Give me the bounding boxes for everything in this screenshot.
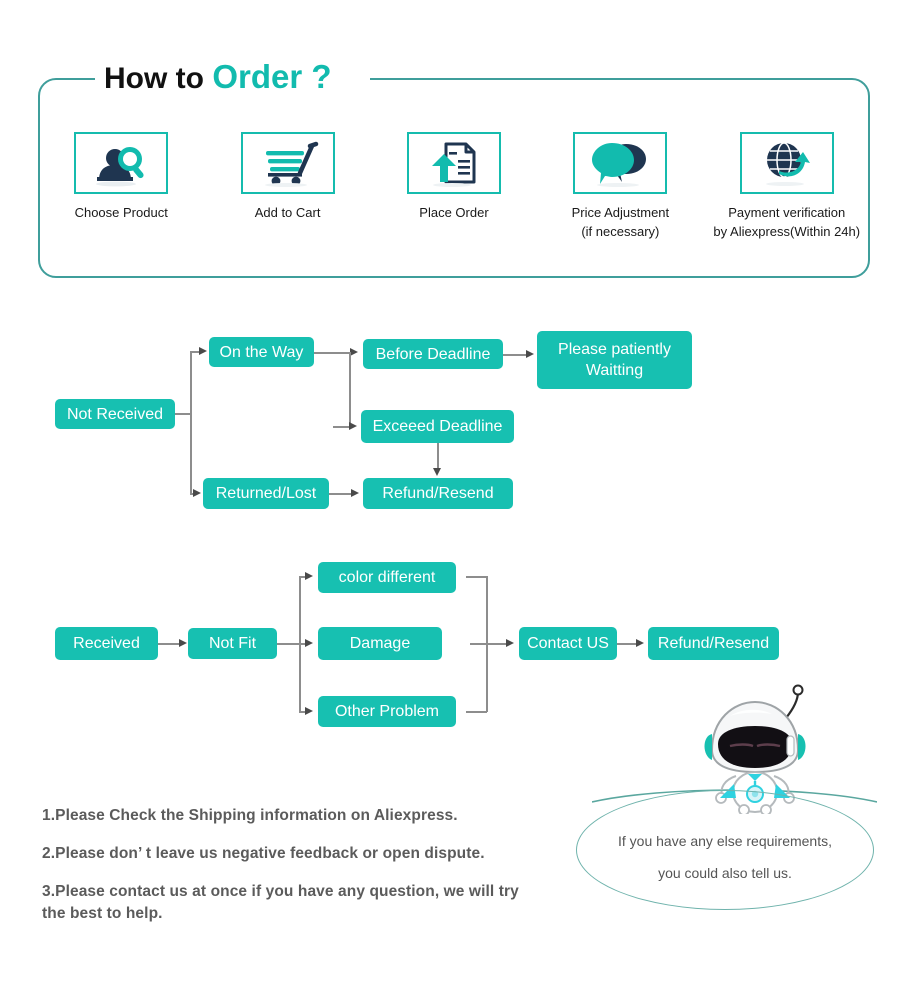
step-price-adjustment[interactable]: Price Adjustment (if necessary)	[537, 132, 703, 241]
step-choose-product[interactable]: Choose Product	[38, 132, 204, 241]
step-payment-verification[interactable]: Payment verification by Aliexpress(Withi…	[704, 132, 870, 241]
arrow-icon	[433, 468, 441, 476]
step-icon-frame	[240, 132, 335, 194]
connector	[466, 576, 487, 578]
node-before-deadline[interactable]: Before Deadline	[363, 339, 503, 369]
node-please-waiting[interactable]: Please patiently Waitting	[537, 331, 692, 389]
connector	[349, 352, 351, 427]
arrow-icon	[636, 639, 644, 647]
node-color-different[interactable]: color different	[318, 562, 456, 593]
connector	[158, 643, 179, 645]
node-damage[interactable]: Damage	[318, 627, 442, 660]
step-add-to-cart[interactable]: Add to Cart	[204, 132, 370, 241]
node-not-received[interactable]: Not Received	[55, 399, 175, 429]
step-label: Choose Product	[74, 205, 168, 220]
arrow-icon	[506, 639, 514, 647]
connector	[314, 352, 350, 354]
arrow-icon	[526, 350, 534, 358]
arrow-icon	[305, 572, 313, 580]
step-icon-frame	[406, 132, 501, 194]
person-search-icon	[96, 147, 144, 187]
arrow-icon	[193, 489, 201, 497]
arrow-icon	[350, 348, 358, 356]
order-steps: Choose Product Add to Cart Place Order P…	[38, 132, 870, 241]
arrow-icon	[199, 347, 207, 355]
note-item: 3.Please contact us at once if you have …	[42, 883, 519, 900]
document-upload-icon	[431, 142, 476, 187]
step-place-order[interactable]: Place Order	[371, 132, 537, 241]
step-label: Payment verification by Aliexpress(Withi…	[713, 205, 861, 239]
node-refund-resend-1[interactable]: Refund/Resend	[363, 478, 513, 509]
node-exceed-deadline[interactable]: Exceeed Deadline	[361, 410, 514, 443]
step-icon-frame	[739, 132, 834, 194]
step-label: Add to Cart	[254, 205, 321, 220]
node-on-the-way[interactable]: On the Way	[209, 337, 314, 367]
notes-list: 1.Please Check the Shipping information …	[42, 806, 602, 942]
speech-bubble-text: If you have any else requirements, you c…	[576, 825, 874, 889]
connector	[299, 577, 301, 712]
note-item: 1.Please Check the Shipping information …	[42, 807, 458, 824]
node-received[interactable]: Received	[55, 627, 158, 660]
page-title-teal: Order ?	[212, 58, 332, 95]
arrow-icon	[179, 639, 187, 647]
arrow-icon	[305, 639, 313, 647]
shopping-cart-icon	[264, 141, 318, 187]
step-icon-frame	[573, 132, 668, 194]
speech-line-2: you could also tell us.	[658, 865, 792, 881]
connector	[277, 643, 305, 645]
page-title-black: How to	[104, 62, 213, 95]
connector	[617, 643, 638, 645]
step-label: Place Order	[419, 205, 489, 220]
node-returned-lost[interactable]: Returned/Lost	[203, 478, 329, 509]
connector	[466, 711, 487, 713]
speech-line-1: If you have any else requirements,	[617, 833, 832, 849]
connector	[190, 352, 192, 494]
node-not-fit[interactable]: Not Fit	[188, 628, 277, 659]
arrow-icon	[351, 489, 359, 497]
note-item: 2.Please don’ t leave us negative feedba…	[42, 845, 485, 862]
node-contact-us[interactable]: Contact US	[519, 627, 617, 660]
page-title: How to Order ?	[104, 57, 332, 99]
speech-bubbles-icon	[592, 143, 647, 187]
connector	[503, 354, 526, 356]
step-label: Price Adjustment (if necessary)	[571, 205, 670, 239]
step-icon-frame	[74, 132, 169, 194]
node-other-problem[interactable]: Other Problem	[318, 696, 456, 727]
note-item: the best to help.	[42, 905, 163, 922]
connector	[437, 443, 439, 470]
globe-arrow-icon	[765, 142, 810, 186]
arrow-icon	[305, 707, 313, 715]
connector	[470, 643, 508, 645]
node-refund-resend-2[interactable]: Refund/Resend	[648, 627, 779, 660]
connector	[329, 493, 351, 495]
arrow-icon	[349, 422, 357, 430]
